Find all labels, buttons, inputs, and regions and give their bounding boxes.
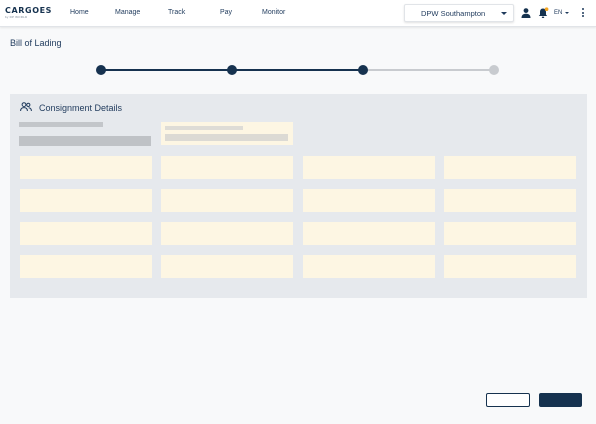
consignment-field[interactable] — [161, 222, 293, 245]
logo-subtitle: by DP WORLD — [5, 15, 28, 19]
loading-field-placeholder — [161, 122, 293, 145]
primary-button[interactable] — [539, 393, 582, 407]
secondary-button[interactable] — [486, 393, 530, 407]
step-2[interactable] — [227, 65, 237, 75]
language-chevron-icon — [565, 12, 569, 14]
loading-placeholder — [19, 122, 103, 127]
more-vertical-icon[interactable] — [580, 8, 586, 20]
consignment-field[interactable] — [444, 222, 576, 245]
nav-manage[interactable]: Manage — [115, 8, 140, 18]
step-1[interactable] — [96, 65, 106, 75]
location-label: DPW Southampton — [421, 9, 486, 18]
loading-placeholder — [165, 134, 288, 141]
consignment-field[interactable] — [303, 189, 435, 212]
consignment-field[interactable] — [444, 189, 576, 212]
consignment-field[interactable] — [161, 156, 293, 179]
nav-track[interactable]: Track — [168, 8, 185, 18]
people-icon — [20, 102, 32, 112]
top-nav-bar: CARGOES by DP WORLD Home Manage Track Pa… — [0, 0, 596, 27]
consignment-field[interactable] — [20, 156, 152, 179]
consignment-field[interactable] — [161, 255, 293, 278]
loading-placeholder — [19, 136, 151, 146]
stepper-line-1 — [101, 69, 232, 71]
loading-placeholder — [165, 126, 243, 130]
consignment-details-title: Consignment Details — [39, 103, 123, 113]
consignment-field[interactable] — [20, 189, 152, 212]
logo-text: CARGOES — [5, 6, 53, 15]
step-4[interactable] — [489, 65, 499, 75]
consignment-field[interactable] — [20, 255, 152, 278]
nav-home[interactable]: Home — [70, 8, 89, 18]
consignment-field[interactable] — [303, 222, 435, 245]
page-title: Bill of Lading — [10, 38, 62, 48]
nav-monitor[interactable]: Monitor — [262, 8, 285, 18]
consignment-details-panel: Consignment Details — [10, 94, 587, 298]
consignment-field[interactable] — [303, 255, 435, 278]
location-selector[interactable]: DPW Southampton — [404, 4, 514, 22]
stepper-line-2 — [232, 69, 363, 71]
nav-pay[interactable]: Pay — [220, 8, 232, 18]
consignment-field[interactable] — [303, 156, 435, 179]
language-selector[interactable]: EN — [554, 8, 562, 18]
user-icon[interactable] — [520, 7, 532, 19]
consignment-field[interactable] — [444, 156, 576, 179]
bell-icon[interactable] — [537, 7, 549, 19]
step-3[interactable] — [358, 65, 368, 75]
stepper-line-3 — [363, 69, 494, 71]
notification-badge — [544, 7, 549, 11]
consignment-field[interactable] — [161, 189, 293, 212]
consignment-field[interactable] — [20, 222, 152, 245]
chevron-down-icon — [501, 12, 507, 15]
consignment-field[interactable] — [444, 255, 576, 278]
cargoes-logo[interactable]: CARGOES by DP WORLD — [5, 7, 57, 21]
